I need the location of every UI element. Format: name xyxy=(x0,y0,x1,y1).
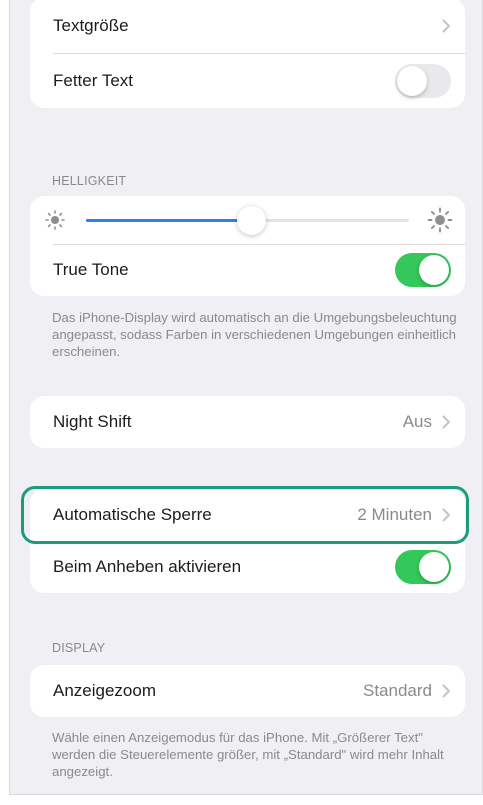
night-shift-group: Night Shift Aus xyxy=(30,396,465,448)
true-tone-row: True Tone xyxy=(30,244,465,296)
brightness-slider[interactable] xyxy=(86,206,409,235)
chevron-right-icon xyxy=(442,19,450,32)
bold-text-label: Fetter Text xyxy=(53,70,133,90)
chevron-right-icon xyxy=(442,684,450,698)
text-settings-group: Textgröße Fetter Text xyxy=(30,0,465,108)
bold-text-switch[interactable] xyxy=(395,63,451,98)
raise-to-wake-row: Beim Anheben aktivieren xyxy=(30,541,465,593)
settings-screen: Textgröße Fetter Text HELLIGKEIT True To… xyxy=(9,0,483,795)
brightness-slider-thumb[interactable] xyxy=(236,206,266,235)
night-shift-row[interactable]: Night Shift Aus xyxy=(30,396,465,448)
chevron-right-icon xyxy=(442,415,450,429)
night-shift-value: Aus xyxy=(402,412,432,431)
display-zoom-value: Standard xyxy=(363,681,432,700)
switch-knob xyxy=(397,65,427,96)
true-tone-footnote: Das iPhone-Display wird automatisch an d… xyxy=(52,310,457,359)
sun-small-icon xyxy=(45,210,65,230)
switch-knob xyxy=(419,255,449,285)
brightness-slider-fill xyxy=(86,219,251,222)
display-zoom-footnote: Wähle einen Anzeigemodus für das iPhone.… xyxy=(52,730,444,779)
switch-knob xyxy=(419,552,449,582)
brightness-header: HELLIGKEIT xyxy=(52,174,127,188)
raise-to-wake-label: Beim Anheben aktivieren xyxy=(53,557,242,576)
text-size-row[interactable]: Textgröße xyxy=(30,0,465,53)
display-header: DISPLAY xyxy=(52,641,106,655)
brightness-group: True Tone xyxy=(30,196,465,296)
brightness-slider-row xyxy=(30,196,465,244)
true-tone-switch[interactable] xyxy=(395,253,451,287)
night-shift-label: Night Shift xyxy=(53,412,132,431)
auto-lock-row[interactable]: Automatische Sperre 2 Minuten xyxy=(30,489,465,541)
text-size-label: Textgröße xyxy=(53,15,129,35)
display-zoom-label: Anzeigezoom xyxy=(53,681,157,700)
chevron-right-icon xyxy=(442,508,450,522)
display-zoom-row[interactable]: Anzeigezoom Standard xyxy=(30,665,465,717)
sun-large-icon xyxy=(427,207,453,233)
auto-lock-label: Automatische Sperre xyxy=(53,505,212,524)
true-tone-label: True Tone xyxy=(53,260,129,279)
auto-lock-value: 2 Minuten xyxy=(357,505,432,524)
bold-text-row: Fetter Text xyxy=(30,53,465,108)
raise-to-wake-switch[interactable] xyxy=(395,550,451,584)
display-group: Anzeigezoom Standard xyxy=(30,665,465,717)
lock-group: Automatische Sperre 2 Minuten Beim Anheb… xyxy=(30,489,465,593)
